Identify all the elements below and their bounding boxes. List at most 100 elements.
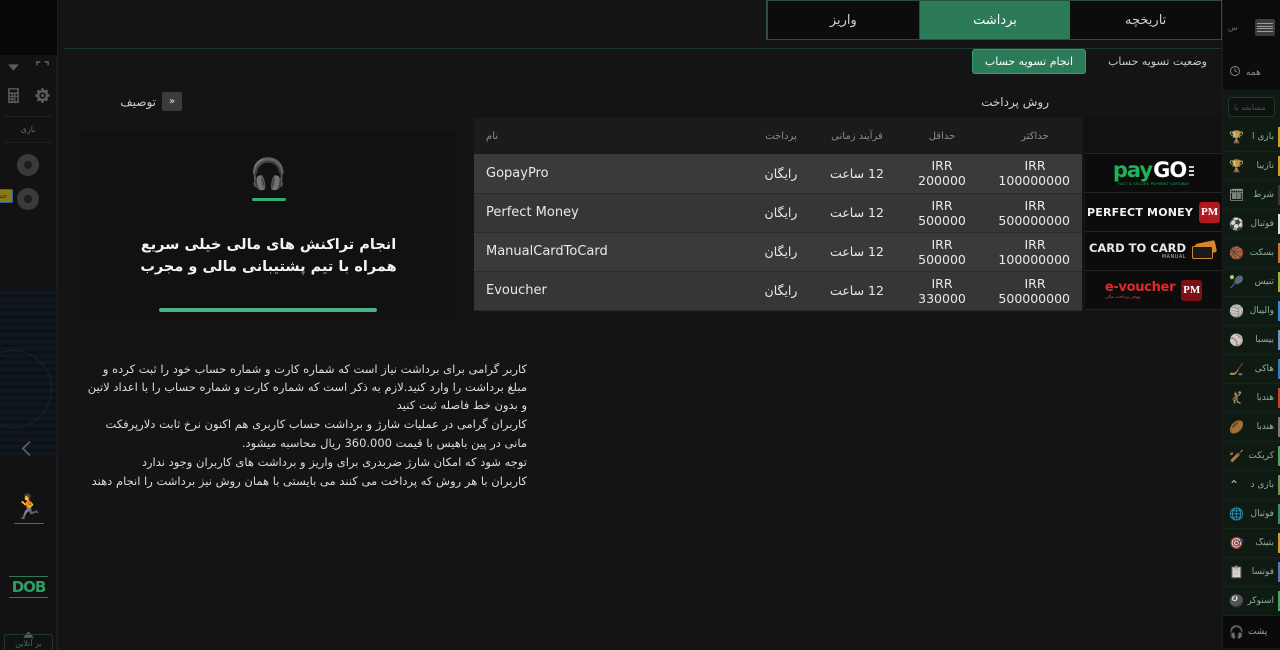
sidebar-item-2[interactable]: نازیبا🏆 [1223, 152, 1280, 181]
sidebar-item-4[interactable]: فوتبال⚽ [1223, 210, 1280, 239]
sidebar-item-11[interactable]: هندبا🏉 [1223, 413, 1280, 442]
cell-name: GopayPro [474, 154, 744, 193]
gear-icon[interactable] [34, 87, 51, 108]
subtab-do-settlement[interactable]: انجام تسویه حساب [972, 49, 1086, 74]
left-rail-avatar-row-1[interactable] [0, 148, 57, 182]
cell-payment: رایگان [744, 232, 818, 271]
sidebar-item-7[interactable]: والیبال🏐 [1223, 297, 1280, 326]
table-row[interactable]: IRR 100000000IRR 50000012 ساعترایگانManu… [474, 232, 1082, 271]
sidebar-item-8[interactable]: بیسبا⚾ [1223, 326, 1280, 355]
left-rail-divider [4, 116, 53, 117]
logo-e-voucher[interactable]: PM e-voucher ووچر پرداخت مالی [1085, 271, 1222, 310]
logo-gopay[interactable]: GO pay FAST & SECURE PAYMENT GATEWAY [1085, 154, 1222, 193]
sidebar-item-label: بتینگ [1255, 538, 1274, 548]
payment-tabs: تاریخچهبرداشتواریز [766, 0, 1222, 40]
cell-min: IRR 500000 [896, 193, 988, 232]
pm-mark-icon: PM [1199, 202, 1220, 223]
table-row[interactable]: IRR 100000000IRR 20000012 ساعترایگانGopa… [474, 154, 1082, 193]
tab-history[interactable]: تاریخچه [1070, 1, 1221, 39]
avatar[interactable] [17, 154, 39, 176]
sidebar-item-label: هاکی [1255, 364, 1274, 374]
th-name: نام [474, 118, 744, 154]
sidebar-item-15[interactable]: بتینگ🎯 [1223, 529, 1280, 558]
sidebar-item-5[interactable]: بسکت🏀 [1223, 239, 1280, 268]
description-body: کاربر گرامی برای برداشت نیاز است که شمار… [85, 360, 527, 491]
sidebar-item-label: هندبا [1257, 393, 1274, 403]
globe-icon: 🌐 [1229, 507, 1244, 521]
collapse-panel-button[interactable]: « [162, 92, 182, 111]
sidebar-item-9[interactable]: هاکی🏒 [1223, 355, 1280, 384]
calculator-icon[interactable] [5, 87, 22, 108]
sidebar-item-3[interactable]: شرط🗓 [1223, 181, 1280, 210]
perfect-money-text: PERFECT MONEY [1087, 206, 1193, 219]
payment-method-title: روش پرداخت [981, 95, 1049, 109]
sidebar-item-13[interactable]: بازی د⌃ [1223, 471, 1280, 500]
sidebar-item-label: شرط [1253, 190, 1274, 200]
headset-icon[interactable]: 🎧 [1229, 625, 1244, 639]
menu-icon[interactable] [1255, 19, 1275, 36]
sidebar-item-label: بسکت [1250, 248, 1274, 258]
gopay-go-text: GO [1153, 160, 1186, 181]
sidebar-item-label: بیسبا [1255, 335, 1274, 345]
cell-max: IRR 100000000 [988, 232, 1082, 271]
chevron-up-icon: ⌃ [1229, 478, 1239, 492]
table-header-row: حداکثر حداقل فرآیند زمانی پرداخت نام [474, 118, 1082, 154]
payment-logos-column: GO pay FAST & SECURE PAYMENT GATEWAY PM … [1085, 118, 1222, 310]
sidebar-item-label: فوتبال [1251, 509, 1274, 519]
promo-line-1: انجام تراکنش های مالی خیلی سریع [140, 234, 396, 256]
cell-name: Perfect Money [474, 193, 744, 232]
tab-deposit[interactable]: واریز [767, 1, 919, 39]
sidebar-item-label: نازیبا [1256, 161, 1274, 171]
cell-payment: رایگان [744, 154, 818, 193]
cell-name: ManualCardToCard [474, 232, 744, 271]
left-rail-brand-cluster: 🏃 DOB بر آنلاین [0, 440, 57, 650]
left-rail-divider-2 [4, 142, 53, 143]
th-min: حداقل [896, 118, 988, 154]
sidebar-item-1[interactable]: بازی ا🏆 [1223, 123, 1280, 152]
sidebar-item-14[interactable]: فوتبال 🌐 [1223, 500, 1280, 529]
logo-header-spacer [1085, 118, 1222, 154]
cue-icon: 🎱 [1229, 594, 1244, 608]
sidebar-item-label: اسنوکر [1247, 596, 1274, 606]
left-rail-window-controls[interactable] [0, 55, 57, 83]
sidebar-item-12[interactable]: کریکت🏏 [1223, 442, 1280, 471]
logo-card-to-card[interactable]: CARD TO CARD MANUAL [1085, 232, 1222, 271]
logo-perfect-money[interactable]: PM PERFECT MONEY [1085, 193, 1222, 232]
section-header: روش پرداخت « توصیف [65, 92, 1214, 118]
sidebar-item-10[interactable]: هندبا🤾 [1223, 384, 1280, 413]
sidebar-item-label: هندبا [1257, 422, 1274, 432]
cricket-icon: 🏏 [1229, 449, 1244, 463]
table-row[interactable]: IRR 500000000IRR 50000012 ساعترایگانPerf… [474, 193, 1082, 232]
left-rail-tools[interactable] [0, 83, 57, 111]
brand-logo: DOB [9, 576, 49, 598]
table-row[interactable]: IRR 500000000IRR 33000012 ساعترایگانEvou… [474, 271, 1082, 310]
right-sidebar-footer[interactable]: پشت 🎧 [1223, 616, 1280, 648]
tab-withdraw[interactable]: برداشت [919, 1, 1071, 39]
gopay-tagline: FAST & SECURE PAYMENT GATEWAY [1118, 182, 1189, 186]
modal-left-border [57, 0, 58, 650]
cell-max: IRR 100000000 [988, 154, 1082, 193]
cell-max: IRR 500000000 [988, 271, 1082, 310]
sidebar-item-all[interactable]: همه [1223, 55, 1280, 91]
cell-name: Evoucher [474, 271, 744, 310]
volleyball-icon: 🏐 [1229, 304, 1244, 318]
sidebar-item-6[interactable]: تنیس🎾 [1223, 268, 1280, 297]
left-rail-avatar-row-2[interactable]: جدید [0, 182, 57, 216]
card-to-card-text: CARD TO CARD [1089, 242, 1186, 254]
search-input[interactable]: مسابقه با [1228, 97, 1275, 117]
th-max: حداکثر [988, 118, 1082, 154]
avatar[interactable] [17, 188, 39, 210]
expand-icon[interactable] [34, 59, 51, 80]
tennis-icon: 🎾 [1229, 275, 1244, 289]
payment-methods-table: حداکثر حداقل فرآیند زمانی پرداخت نام IRR… [474, 118, 1082, 311]
withdraw-modal: تاریخچهبرداشتواریز وضعیت تسویه حساب انجام… [57, 0, 1222, 650]
back-button[interactable] [0, 440, 57, 457]
sidebar-item-16[interactable]: فوتسا📋 [1223, 558, 1280, 587]
trophy-icon: 🏆 [1229, 130, 1244, 144]
promo-accent-bar [159, 308, 377, 312]
subtab-settlement-status[interactable]: وضعیت تسویه حساب [1096, 50, 1219, 73]
card-to-card-sub: MANUAL [1162, 254, 1186, 260]
sidebar-item-17[interactable]: اسنوکر🎱 [1223, 587, 1280, 616]
chevron-down-icon[interactable] [5, 59, 22, 80]
description-title: توصیف [120, 95, 156, 109]
